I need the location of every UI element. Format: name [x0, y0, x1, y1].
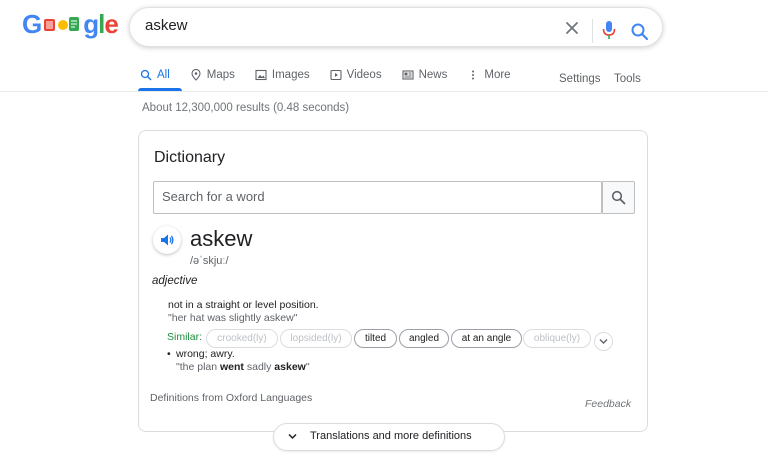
map-pin-icon: [191, 69, 201, 81]
image-icon: [255, 69, 267, 81]
word-search-input[interactable]: Search for a word: [153, 181, 602, 214]
doodle-icon: [42, 11, 82, 37]
word-search-placeholder: Search for a word: [162, 189, 265, 204]
feedback-link[interactable]: Feedback: [585, 398, 631, 410]
synonym-chip[interactable]: angled: [399, 329, 449, 348]
search-icon: [611, 190, 626, 205]
chevron-down-icon: [288, 433, 297, 440]
definition-2: wrong; awry.: [176, 348, 235, 360]
close-icon[interactable]: [563, 19, 581, 37]
search-icon: [140, 69, 152, 81]
speaker-icon: [161, 234, 174, 246]
tab-videos[interactable]: Videos: [330, 65, 382, 85]
definition-1: not in a straight or level position.: [168, 299, 319, 311]
synonym-chip: crooked(ly): [206, 329, 278, 348]
example-1: "her hat was slightly askew": [168, 312, 298, 324]
tab-label: Maps: [206, 69, 235, 81]
similar-label: Similar:: [167, 331, 203, 343]
dictionary-card: [138, 130, 648, 432]
more-definitions-button[interactable]: Translations and more definitions: [273, 423, 505, 451]
example-2: "the plan went sadly askew": [176, 361, 310, 373]
tab-all[interactable]: All: [140, 65, 170, 85]
chevron-down-icon: [599, 339, 608, 344]
synonym-chip[interactable]: tilted: [354, 329, 397, 348]
search-box[interactable]: askew: [129, 7, 663, 47]
results-stats: About 12,300,000 results (0.48 seconds): [142, 102, 350, 114]
synonym-chip: lopsided(ly): [280, 329, 352, 348]
tab-news[interactable]: News: [402, 65, 448, 85]
dictionary-title: Dictionary: [154, 149, 226, 166]
search-tabs: All Maps Images Videos News More: [140, 65, 531, 91]
part-of-speech: adjective: [152, 275, 198, 287]
definitions-source[interactable]: Definitions from Oxford Languages: [150, 392, 312, 404]
video-icon: [330, 69, 342, 81]
expand-synonyms-button[interactable]: [594, 332, 613, 351]
microphone-icon[interactable]: [600, 19, 618, 41]
synonym-chip: oblique(ly): [523, 329, 591, 348]
tabs-divider: [0, 91, 768, 92]
headword: askew: [190, 226, 253, 251]
pronunciation-button[interactable]: [153, 226, 181, 254]
bullet: •: [167, 348, 171, 360]
tab-label: Images: [271, 69, 310, 81]
news-icon: [402, 70, 414, 80]
tools-tab[interactable]: Tools: [614, 73, 641, 85]
search-input[interactable]: askew: [145, 17, 188, 34]
synonym-chip[interactable]: at an angle: [451, 329, 522, 348]
tab-label: Videos: [346, 69, 382, 81]
search-icon[interactable]: [630, 22, 650, 42]
tab-maps[interactable]: Maps: [190, 65, 235, 85]
phonetic: /əˈskjuː/: [190, 255, 229, 267]
tab-more[interactable]: More: [467, 65, 511, 85]
settings-tab[interactable]: Settings: [559, 73, 601, 85]
tab-label: All: [157, 69, 170, 81]
divider: [592, 19, 593, 43]
more-vert-icon: [472, 70, 475, 80]
tab-label: More: [484, 69, 511, 81]
tab-label: News: [418, 69, 448, 81]
word-search-button[interactable]: [602, 181, 635, 214]
google-logo[interactable]: G g l e: [22, 7, 119, 41]
tab-images[interactable]: Images: [255, 65, 310, 85]
more-definitions-label: Translations and more definitions: [310, 430, 472, 442]
